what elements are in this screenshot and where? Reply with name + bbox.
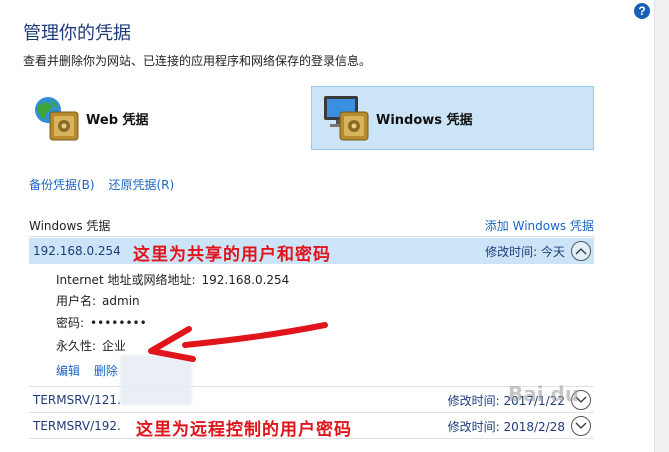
credential-modified: 修改时间: 2018/2/28 (448, 418, 565, 435)
web-vault-icon (28, 90, 84, 146)
detail-value: •••••••• (90, 316, 147, 330)
modified-value: 今天 (540, 244, 565, 259)
detail-value: admin (102, 294, 140, 308)
section-heading: Windows 凭据 (29, 219, 111, 233)
detail-username: 用户名: admin (56, 292, 140, 309)
credential-address: 192.168.0.254 (33, 244, 121, 258)
windows-credentials-label: Windows 凭据 (376, 112, 473, 128)
modified-label: 修改时间: (485, 244, 538, 259)
detail-value: 企业 (102, 339, 127, 353)
red-arrow-icon (148, 322, 328, 362)
help-button[interactable]: ? (634, 3, 650, 19)
detail-password: 密码: •••••••• (56, 314, 147, 331)
chevron-up-icon[interactable] (571, 241, 591, 261)
page-subtitle: 查看并删除你为网站、已连接的应用程序和网络保存的登录信息。 (23, 54, 372, 68)
modified-label: 修改时间: (447, 393, 500, 408)
detail-label: 密码: (56, 316, 85, 330)
delete-link[interactable]: 删除 (94, 364, 118, 378)
add-windows-credential-link[interactable]: 添加 Windows 凭据 (485, 217, 594, 234)
modified-label: 修改时间: (447, 419, 500, 434)
credential-address: TERMSRV/121. (33, 393, 121, 407)
divider (29, 236, 594, 237)
page-title: 管理你的凭据 (23, 23, 131, 44)
detail-actions: 编辑 删除 (56, 362, 118, 379)
detail-persistence: 永久性: 企业 (56, 337, 126, 354)
windows-credentials-button[interactable]: Windows 凭据 (311, 86, 594, 150)
detail-internet-address: Internet 地址或网络地址: 192.168.0.254 (56, 271, 289, 288)
windows-vault-icon (318, 90, 374, 146)
chevron-down-icon[interactable] (571, 416, 591, 436)
backup-restore-links: 备份凭据(B) 还原凭据(R) (29, 176, 174, 193)
restore-credentials-link[interactable]: 还原凭据(R) (108, 178, 174, 192)
credential-address: TERMSRV/192. (33, 419, 121, 433)
web-credentials-button[interactable]: Web 凭据 (28, 86, 288, 150)
web-credentials-label: Web 凭据 (86, 112, 149, 128)
detail-label: 用户名: (56, 294, 97, 308)
detail-label: Internet 地址或网络地址: (56, 273, 196, 287)
credential-modified: 修改时间: 今天 (485, 243, 565, 260)
backup-credentials-link[interactable]: 备份凭据(B) (29, 178, 95, 192)
annotation-shared: 这里为共享的用户和密码 (133, 245, 331, 265)
watermark: Bai du (508, 382, 580, 406)
scrollbar[interactable] (654, 0, 669, 452)
annotation-remote: 这里为远程控制的用户密码 (136, 420, 352, 440)
detail-label: 永久性: (56, 339, 97, 353)
modified-value: 2018/2/28 (503, 419, 565, 434)
edit-link[interactable]: 编辑 (56, 364, 80, 378)
detail-value: 192.168.0.254 (201, 273, 290, 287)
